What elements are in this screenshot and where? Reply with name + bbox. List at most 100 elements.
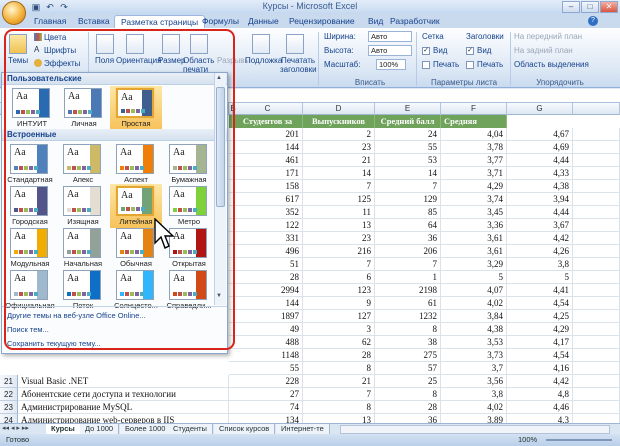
margins-icon[interactable]	[96, 34, 114, 54]
cell[interactable]: 3,61	[441, 232, 507, 245]
cell[interactable]: 216	[303, 245, 375, 258]
cell[interactable]: 617	[229, 193, 303, 206]
cell[interactable]: 4,42	[507, 375, 573, 388]
colors-button[interactable]: Цвета	[44, 33, 66, 42]
scale-input[interactable]: 100%	[376, 59, 406, 70]
cell[interactable]	[573, 245, 620, 258]
cell[interactable]: 4,67	[507, 128, 573, 141]
headings-print-checkbox[interactable]	[466, 60, 474, 69]
cell[interactable]	[573, 349, 620, 362]
cell[interactable]: 3,8	[441, 388, 507, 401]
cell[interactable]: 36	[375, 414, 441, 423]
theme-item[interactable]: Aa Апекс	[57, 142, 109, 186]
cell[interactable]	[573, 310, 620, 323]
size-button[interactable]: Размер	[158, 56, 186, 65]
cell[interactable]: 3,7	[441, 362, 507, 375]
cell[interactable]: 7	[303, 180, 375, 193]
cell[interactable]: 3,78	[441, 141, 507, 154]
cell[interactable]: 2	[303, 128, 375, 141]
cell[interactable]: 3,45	[441, 206, 507, 219]
close-button[interactable]: ✕	[600, 1, 618, 13]
cell[interactable]: 4,07	[441, 284, 507, 297]
cell[interactable]	[573, 206, 620, 219]
cell[interactable]	[573, 323, 620, 336]
column-header-d[interactable]: D	[303, 103, 375, 115]
effects-button[interactable]: Эффекты	[44, 59, 80, 68]
cell[interactable]: 2994	[229, 284, 303, 297]
office-button[interactable]	[2, 1, 26, 25]
height-select[interactable]: Авто	[368, 45, 412, 56]
cell[interactable]: 8	[375, 388, 441, 401]
cell[interactable]	[573, 388, 620, 401]
cell[interactable]: 4,16	[507, 362, 573, 375]
cell[interactable]: 201	[229, 128, 303, 141]
cell[interactable]: 7	[303, 388, 375, 401]
cell[interactable]	[573, 232, 620, 245]
orientation-button[interactable]: Ориентация	[116, 56, 161, 65]
cell[interactable]: 4,38	[441, 323, 507, 336]
cell[interactable]: 3,89	[441, 414, 507, 423]
cell[interactable]: 14	[303, 167, 375, 180]
cell[interactable]: 25	[375, 375, 441, 388]
print-titles-button[interactable]: Печатать заголовки	[280, 56, 317, 74]
course-name-cell[interactable]: Администрирование MySQL	[18, 401, 229, 414]
selection-pane-button[interactable]: Область выделения	[514, 60, 589, 69]
cell[interactable]: 4,3	[507, 414, 573, 423]
cell[interactable]: 6	[303, 271, 375, 284]
cell[interactable]: 21	[303, 154, 375, 167]
cell[interactable]: 3	[303, 323, 375, 336]
cell[interactable]: 275	[375, 349, 441, 362]
cell[interactable]: 7	[375, 180, 441, 193]
cell[interactable]	[573, 375, 620, 388]
row-header[interactable]: 23	[0, 401, 18, 414]
print-area-icon[interactable]	[190, 34, 208, 54]
bring-forward-button[interactable]: На передний план	[514, 32, 582, 41]
course-name-cell[interactable]: Администрирование web-серверов в IIS	[18, 414, 229, 423]
cell[interactable]: 13	[303, 414, 375, 423]
cell[interactable]: 4,17	[507, 336, 573, 349]
cell[interactable]: 127	[303, 310, 375, 323]
cell[interactable]: 1897	[229, 310, 303, 323]
cell[interactable]: 4,54	[507, 297, 573, 310]
fonts-button[interactable]: Шрифты	[44, 46, 76, 55]
cell[interactable]: 4,69	[507, 141, 573, 154]
cell[interactable]: 1232	[375, 310, 441, 323]
cell[interactable]: 2198	[375, 284, 441, 297]
cell[interactable]	[573, 167, 620, 180]
cell[interactable]: 352	[229, 206, 303, 219]
cell[interactable]: 331	[229, 232, 303, 245]
cell[interactable]: 64	[375, 219, 441, 232]
tab-home[interactable]: Главная	[28, 15, 72, 28]
cell[interactable]: 123	[303, 284, 375, 297]
cell[interactable]: 171	[229, 167, 303, 180]
tab-insert[interactable]: Вставка	[72, 15, 116, 28]
cell[interactable]: 8	[303, 401, 375, 414]
cell[interactable]: 28	[303, 349, 375, 362]
cell[interactable]: 158	[229, 180, 303, 193]
help-icon[interactable]: ?	[588, 16, 598, 26]
margins-button[interactable]: Поля	[95, 56, 114, 65]
cell[interactable]: 4,33	[507, 167, 573, 180]
cell[interactable]: 7	[303, 258, 375, 271]
cell[interactable]: 5	[441, 271, 507, 284]
cell[interactable]: 3,77	[441, 154, 507, 167]
column-header-b[interactable]: B	[228, 103, 238, 115]
cell[interactable]: 4,44	[507, 206, 573, 219]
cell[interactable]: 3,73	[441, 349, 507, 362]
cell[interactable]: 3,36	[441, 219, 507, 232]
cell[interactable]: 3,8	[507, 258, 573, 271]
cell[interactable]: 4,54	[507, 349, 573, 362]
cell[interactable]: 4,44	[507, 154, 573, 167]
minimize-button[interactable]: –	[562, 1, 580, 13]
cell[interactable]: 206	[375, 245, 441, 258]
background-button[interactable]: Подложка	[245, 56, 282, 65]
cell[interactable]	[573, 141, 620, 154]
cell[interactable]: 4,02	[441, 297, 507, 310]
tab-formulas[interactable]: Формулы	[196, 15, 245, 28]
cell[interactable]: 3,67	[507, 219, 573, 232]
theme-item[interactable]: Aa Аспект	[110, 142, 162, 186]
tab-page-layout[interactable]: Разметка страницы	[114, 15, 206, 28]
cell[interactable]: 51	[229, 258, 303, 271]
cell[interactable]: 4,04	[441, 128, 507, 141]
cell[interactable]	[573, 128, 620, 141]
